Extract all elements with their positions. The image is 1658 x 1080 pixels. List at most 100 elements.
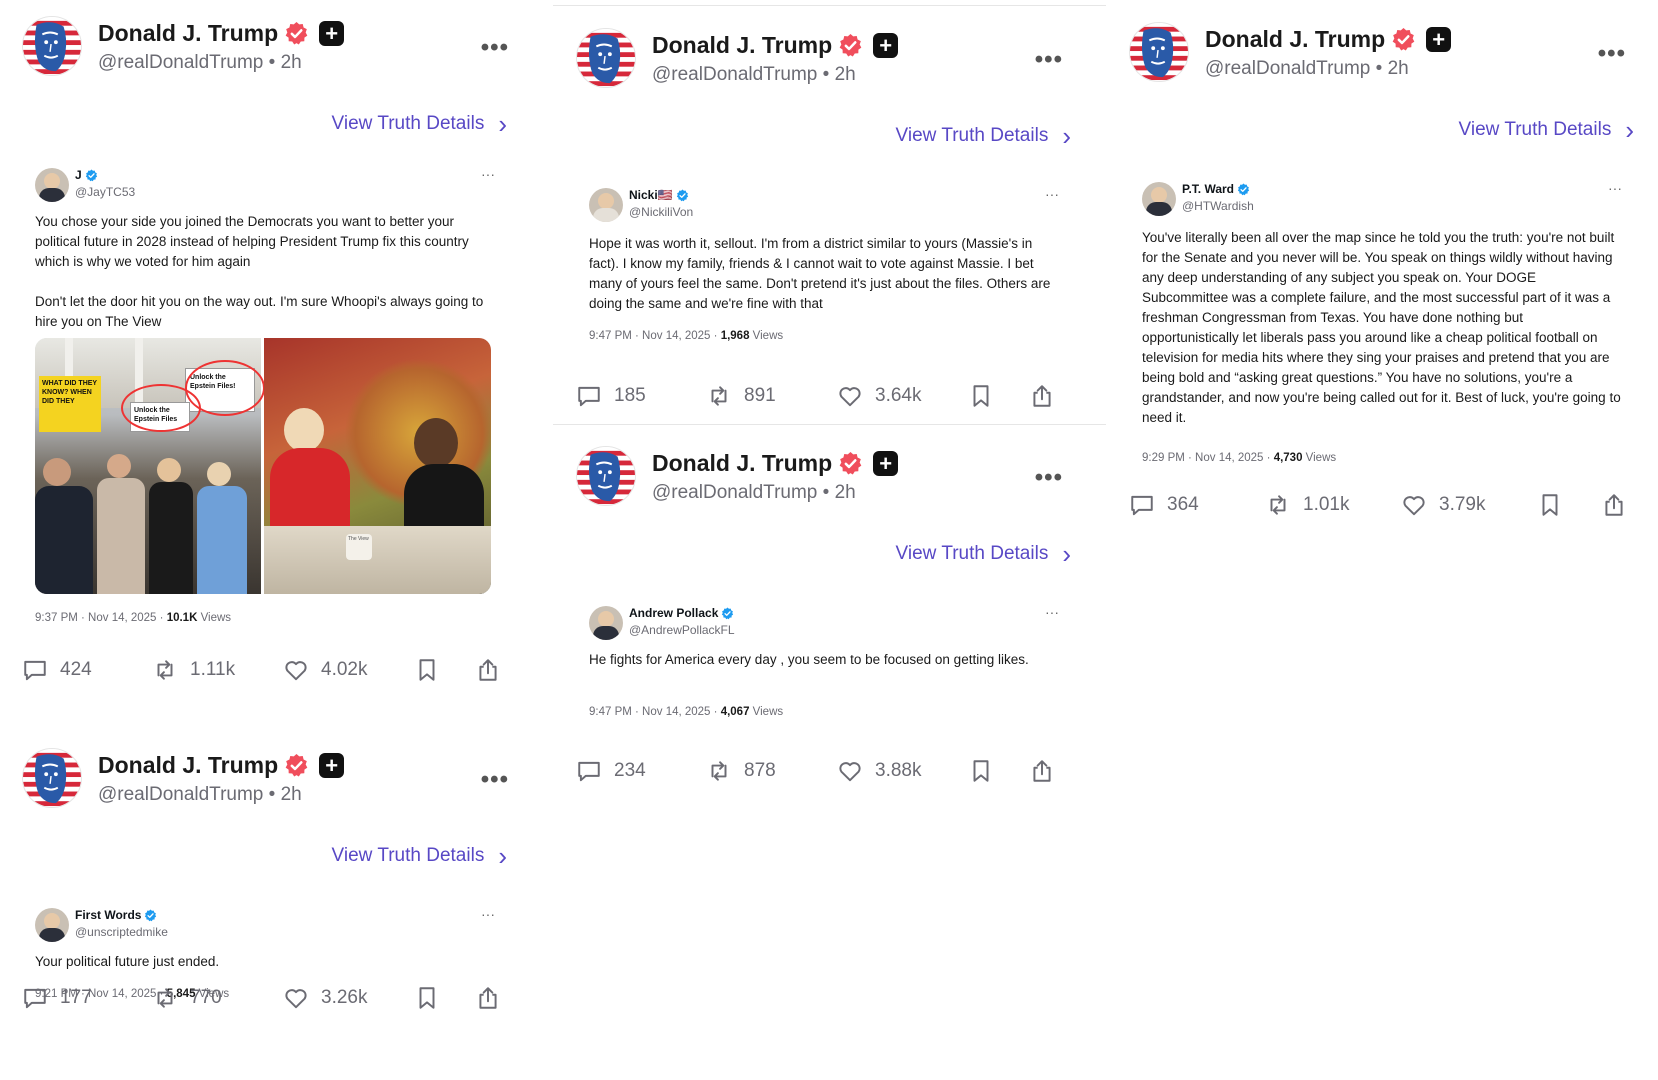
quoted-name-row: J <box>75 168 98 182</box>
author-handle[interactable]: @realDonaldTrump <box>98 784 263 805</box>
view-truth-details-link[interactable]: View Truth Details › <box>896 123 1071 149</box>
quoted-views-label: Views <box>749 706 784 718</box>
protest-photo: WHAT DID THEY KNOW? WHEN DID THEY Unlock… <box>35 338 265 594</box>
author-avatar[interactable] <box>576 446 636 506</box>
author-name[interactable]: Donald J. Trump <box>1205 26 1385 53</box>
share-button[interactable] <box>475 657 501 683</box>
share-button[interactable] <box>1029 758 1055 784</box>
quoted-tweet[interactable]: P.T. Ward @HTWardish ··· You've literall… <box>1142 180 1622 482</box>
author-handle[interactable]: @realDonaldTrump <box>1205 58 1370 79</box>
x-verified-icon <box>144 909 157 922</box>
more-icon[interactable]: ••• <box>1035 464 1063 492</box>
quoted-views-label: Views <box>749 330 784 342</box>
bookmark-button[interactable] <box>968 383 994 409</box>
chevron-right-icon: › <box>498 841 507 871</box>
reply-count: 185 <box>614 385 646 406</box>
retruth-button[interactable]: 891 <box>706 383 776 409</box>
reply-button[interactable]: 234 <box>576 758 646 784</box>
quoted-meta: 9:47 PM · Nov 14, 2025 · 1,968 Views <box>589 330 783 342</box>
x-verified-icon <box>1237 183 1250 196</box>
view-truth-details-link[interactable]: View Truth Details › <box>1459 117 1634 143</box>
plus-badge-icon: + <box>1426 27 1452 52</box>
like-button[interactable]: 3.64k <box>837 383 921 409</box>
truth-post: Donald J. Trump + @realDonaldTrump • 2h … <box>22 16 517 706</box>
author-handle[interactable]: @realDonaldTrump <box>98 52 263 73</box>
retruth-button[interactable]: 1.01k <box>1265 492 1349 518</box>
reply-button[interactable]: 364 <box>1129 492 1199 518</box>
quoted-paragraph: You've literally been all over the map s… <box>1142 230 1621 425</box>
view-truth-details-link[interactable]: View Truth Details › <box>332 843 507 869</box>
more-icon[interactable]: ••• <box>1035 46 1063 74</box>
view-truth-details-label: View Truth Details <box>331 845 485 866</box>
author-name[interactable]: Donald J. Trump <box>98 20 278 47</box>
author-handle[interactable]: @realDonaldTrump <box>652 482 817 503</box>
quoted-name: Nicki🇺🇸 <box>629 188 673 202</box>
quoted-text: Hope it was worth it, sellout. I'm from … <box>589 234 1059 314</box>
like-button[interactable]: 3.26k <box>283 985 367 1011</box>
view-truth-details-link[interactable]: View Truth Details › <box>332 111 507 137</box>
bookmark-icon <box>1537 492 1563 518</box>
quoted-views: 1,968 <box>720 330 750 342</box>
quoted-meta: 9:47 PM · Nov 14, 2025 · 4,067 Views <box>589 706 783 718</box>
protest-sign: WHAT DID THEY KNOW? WHEN DID THEY <box>39 376 101 432</box>
author-avatar[interactable] <box>576 28 636 88</box>
retruth-count: 1.11k <box>190 659 236 680</box>
quoted-more-icon: ··· <box>481 906 495 922</box>
reply-count: 177 <box>60 987 92 1008</box>
quoted-name-row: P.T. Ward <box>1182 182 1250 196</box>
quoted-views: 4,730 <box>1273 452 1303 464</box>
more-icon[interactable]: ••• <box>481 34 509 62</box>
quoted-paragraph: Don't let the door hit you on the way ou… <box>35 294 484 329</box>
author-name[interactable]: Donald J. Trump <box>652 450 832 477</box>
quoted-media[interactable]: WHAT DID THEY KNOW? WHEN DID THEY Unlock… <box>35 338 491 594</box>
share-button[interactable] <box>1601 492 1627 518</box>
post-time: • 2h <box>1375 58 1409 79</box>
author-avatar[interactable] <box>22 748 82 808</box>
like-button[interactable]: 4.02k <box>283 657 367 683</box>
view-truth-details-link[interactable]: View Truth Details › <box>896 541 1071 567</box>
author-name-row: Donald J. Trump + <box>1205 26 1452 53</box>
bookmark-button[interactable] <box>414 985 440 1011</box>
post-time: • 2h <box>268 52 302 73</box>
quoted-name-row: Nicki🇺🇸 <box>629 188 689 202</box>
quoted-tweet[interactable]: Andrew Pollack @AndrewPollackFL ··· He f… <box>589 604 1059 726</box>
like-button[interactable]: 3.79k <box>1401 492 1485 518</box>
quoted-paragraph: Hope it was worth it, sellout. I'm from … <box>589 236 1051 311</box>
quoted-views: 10.1K <box>166 612 198 624</box>
retruth-button[interactable]: 878 <box>706 758 776 784</box>
donald-trump-avatar <box>577 447 635 505</box>
quoted-handle: @NickiliVon <box>629 205 694 219</box>
author-handle[interactable]: @realDonaldTrump <box>652 64 817 85</box>
author-avatar[interactable] <box>22 16 82 76</box>
more-icon[interactable]: ••• <box>1598 40 1626 68</box>
author-name[interactable]: Donald J. Trump <box>652 32 832 59</box>
bookmark-button[interactable] <box>968 758 994 784</box>
x-verified-icon <box>85 169 98 182</box>
retruth-button[interactable]: 1.11k <box>152 657 235 683</box>
author-avatar[interactable] <box>1129 22 1189 82</box>
author-name[interactable]: Donald J. Trump <box>98 752 278 779</box>
bookmark-button[interactable] <box>1537 492 1563 518</box>
quoted-views: 4,067 <box>720 706 750 718</box>
bookmark-button[interactable] <box>414 657 440 683</box>
quoted-meta: 9:29 PM · Nov 14, 2025 · 4,730 Views <box>1142 452 1336 464</box>
quoted-tweet[interactable]: J @JayTC53 ··· You chose your side you j… <box>35 166 495 628</box>
author-handle-row: @realDonaldTrump • 2h <box>652 64 856 86</box>
verified-badge-icon <box>1391 27 1416 52</box>
retruth-button[interactable]: 770 <box>152 985 222 1011</box>
post-time: • 2h <box>822 64 856 85</box>
quoted-avatar <box>1142 182 1176 216</box>
quoted-text: You chose your side you joined the Democ… <box>35 212 495 332</box>
quoted-handle: @HTWardish <box>1182 199 1254 213</box>
mug: The View <box>346 534 372 560</box>
verified-badge-icon <box>284 753 309 778</box>
share-button[interactable] <box>1029 383 1055 409</box>
reply-button[interactable]: 424 <box>22 657 92 683</box>
author-handle-row: @realDonaldTrump • 2h <box>1205 58 1409 80</box>
more-icon[interactable]: ••• <box>481 766 509 794</box>
share-button[interactable] <box>475 985 501 1011</box>
reply-button[interactable]: 185 <box>576 383 646 409</box>
quoted-tweet[interactable]: Nicki🇺🇸 @NickiliVon ··· Hope it was wort… <box>589 186 1059 348</box>
reply-button[interactable]: 177 <box>22 985 92 1011</box>
like-button[interactable]: 3.88k <box>837 758 921 784</box>
